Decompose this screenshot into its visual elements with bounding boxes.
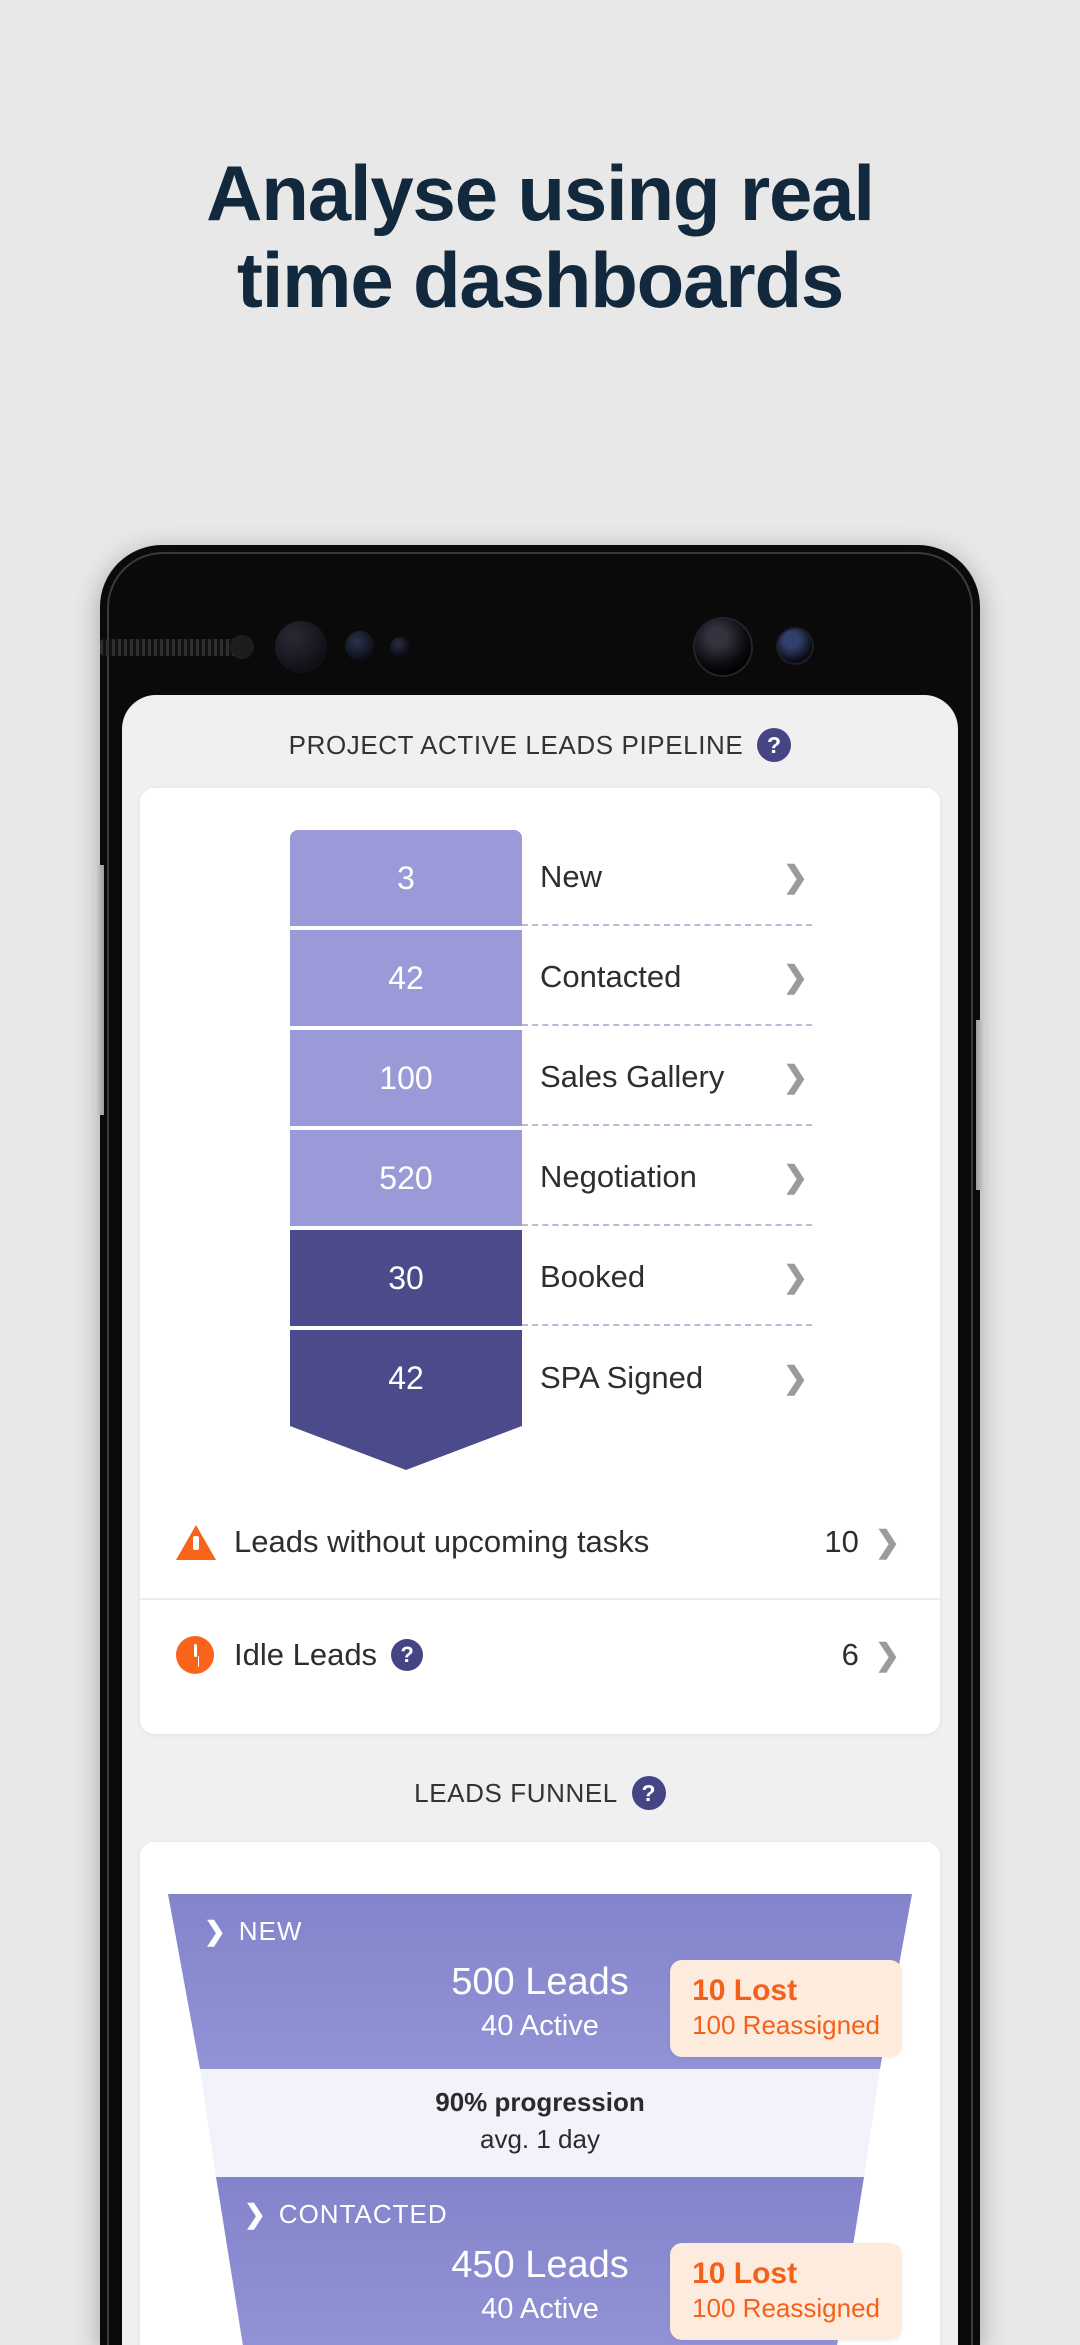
headline-line-1: Analyse using real xyxy=(206,149,875,237)
funnel-avg-time: avg. 1 day xyxy=(480,2124,600,2154)
funnel-list: ❯ NEW 500 Leads 40 Active 90% progressio… xyxy=(140,1842,940,2345)
alert-count: 10 xyxy=(824,1524,859,1559)
funnel-lost-count: 10 Lost xyxy=(692,1974,798,2007)
pipeline-row-right: Sales Gallery ❯ xyxy=(522,1030,812,1126)
funnel-stage-tag: ❯ NEW xyxy=(204,1916,876,1947)
funnel-reassigned-count: 100 Reassigned xyxy=(692,2293,880,2323)
pipeline-bar: 100 xyxy=(290,1030,522,1126)
pipeline-bar: 42 xyxy=(290,930,522,1026)
funnel-stage-name: CONTACTED xyxy=(278,2199,448,2229)
front-camera-icon xyxy=(695,619,751,675)
question-mark-icon[interactable]: ? xyxy=(757,728,792,762)
funnel-stage-name: NEW xyxy=(238,1916,303,1946)
alert-label-wrap: Leads without upcoming tasks xyxy=(234,1524,824,1560)
pipeline-count: 3 xyxy=(397,859,415,896)
pipeline-count: 520 xyxy=(379,1159,433,1196)
power-button[interactable] xyxy=(976,1020,985,1190)
chevron-right-icon: ❯ xyxy=(244,2199,267,2229)
chevron-right-icon[interactable]: ❯ xyxy=(783,960,808,995)
chevron-right-icon[interactable]: ❯ xyxy=(875,1525,900,1560)
chevron-right-icon[interactable]: ❯ xyxy=(783,1160,808,1195)
pipeline-row-right: Negotiation ❯ xyxy=(522,1130,812,1226)
pipeline-count: 42 xyxy=(388,959,424,996)
pipeline-row-right: New ❯ xyxy=(522,830,812,926)
sensor-lens-icon xyxy=(275,621,327,673)
pipeline-label: Negotiation xyxy=(540,1159,697,1194)
alert-label: Idle Leads xyxy=(234,1637,378,1672)
pipeline-row-booked[interactable]: 30 Booked ❯ xyxy=(140,1230,940,1326)
pipeline-row-negotiation[interactable]: 520 Negotiation ❯ xyxy=(140,1130,940,1226)
funnel-reassigned-count: 100 Reassigned xyxy=(692,2010,880,2040)
pipeline-count: 42 xyxy=(388,1359,424,1396)
funnel-section-title: LEADS FUNNEL ? xyxy=(122,1734,958,1842)
pipeline-row-right: Booked ❯ xyxy=(522,1230,812,1326)
pipeline-card: 3 New ❯ 42 Contacted ❯ 100 Sales Gallery… xyxy=(140,788,940,1734)
pipeline-row-contacted[interactable]: 42 Contacted ❯ xyxy=(140,930,940,1026)
pipeline-label: SPA Signed xyxy=(540,1360,704,1395)
pipeline-bar: 30 xyxy=(290,1230,522,1326)
light-sensor-icon xyxy=(390,637,410,657)
funnel-title-text: LEADS FUNNEL xyxy=(414,1777,618,1808)
alert-count: 6 xyxy=(841,1637,859,1672)
chevron-right-icon[interactable]: ❯ xyxy=(783,1260,808,1295)
secondary-camera-icon xyxy=(778,629,812,663)
clock-icon xyxy=(176,1636,234,1674)
alert-row-idle-leads[interactable]: Idle Leads ? 6 ❯ xyxy=(140,1598,940,1710)
pipeline-label: Booked xyxy=(540,1259,646,1294)
pipeline-bar: 42 xyxy=(290,1330,522,1426)
chevron-right-icon[interactable]: ❯ xyxy=(783,1060,808,1095)
pipeline-section-title: PROJECT ACTIVE LEADS PIPELINE ? xyxy=(122,695,958,788)
volume-button[interactable] xyxy=(95,865,104,1115)
pipeline-row-spa-signed[interactable]: 42 SPA Signed ❯ xyxy=(140,1330,940,1470)
funnel-card: ❯ NEW 500 Leads 40 Active 90% progressio… xyxy=(140,1842,940,2345)
funnel-lost-badge[interactable]: 10 Lost 100 Reassigned xyxy=(670,2243,902,2340)
pipeline-title-text: PROJECT ACTIVE LEADS PIPELINE xyxy=(288,729,744,760)
alert-row-no-tasks[interactable]: Leads without upcoming tasks 10 ❯ xyxy=(140,1486,940,1598)
funnel-stage-tag: ❯ CONTACTED xyxy=(244,2199,836,2230)
ir-sensor-icon xyxy=(345,631,375,661)
question-mark-icon[interactable]: ? xyxy=(391,1639,424,1671)
warning-triangle-icon xyxy=(176,1524,234,1560)
pipeline-row-right: SPA Signed ❯ xyxy=(522,1330,812,1426)
page-title: Analyse using real time dashboards xyxy=(0,149,1080,325)
pipeline-row-sales-gallery[interactable]: 100 Sales Gallery ❯ xyxy=(140,1030,940,1126)
pipeline-count: 30 xyxy=(388,1259,424,1296)
phone-screen: PROJECT ACTIVE LEADS PIPELINE ? 3 New ❯ xyxy=(122,695,958,2345)
funnel-progression: 90% progression xyxy=(435,2087,645,2117)
phone-mockup: PROJECT ACTIVE LEADS PIPELINE ? 3 New ❯ xyxy=(95,545,985,2345)
pipeline-bar: 3 xyxy=(290,830,522,926)
pipeline-label: Contacted xyxy=(540,959,682,994)
pipeline-label: New xyxy=(540,859,603,894)
pipeline-count: 100 xyxy=(379,1059,433,1096)
phone-sensor-array xyxy=(100,617,980,677)
pipeline-label: Sales Gallery xyxy=(540,1059,725,1094)
earpiece-speaker-icon xyxy=(100,638,240,656)
pipeline-list: 3 New ❯ 42 Contacted ❯ 100 Sales Gallery… xyxy=(140,788,940,1470)
pipeline-row-new[interactable]: 3 New ❯ xyxy=(140,830,940,926)
funnel-stage-contacted[interactable]: ❯ CONTACTED 450 Leads 40 Active 82% prog… xyxy=(140,2177,940,2345)
funnel-lost-badge[interactable]: 10 Lost 100 Reassigned xyxy=(670,1960,902,2057)
funnel-stage-footer: 90% progression avg. 1 day xyxy=(200,2069,880,2177)
alert-label-wrap: Idle Leads ? xyxy=(234,1637,842,1673)
pipeline-row-right: Contacted ❯ xyxy=(522,930,812,1026)
pipeline-bar: 520 xyxy=(290,1130,522,1226)
proximity-sensor-icon xyxy=(230,635,254,659)
alert-label: Leads without upcoming tasks xyxy=(234,1524,650,1559)
chevron-right-icon[interactable]: ❯ xyxy=(783,860,808,895)
funnel-lost-count: 10 Lost xyxy=(692,2257,798,2290)
question-mark-icon[interactable]: ? xyxy=(631,1776,666,1810)
chevron-right-icon: ❯ xyxy=(204,1916,227,1946)
chevron-right-icon[interactable]: ❯ xyxy=(783,1361,808,1396)
chevron-right-icon[interactable]: ❯ xyxy=(875,1638,900,1673)
headline-line-2: time dashboards xyxy=(236,236,844,325)
funnel-stage-new[interactable]: ❯ NEW 500 Leads 40 Active 90% progressio… xyxy=(140,1894,940,2177)
